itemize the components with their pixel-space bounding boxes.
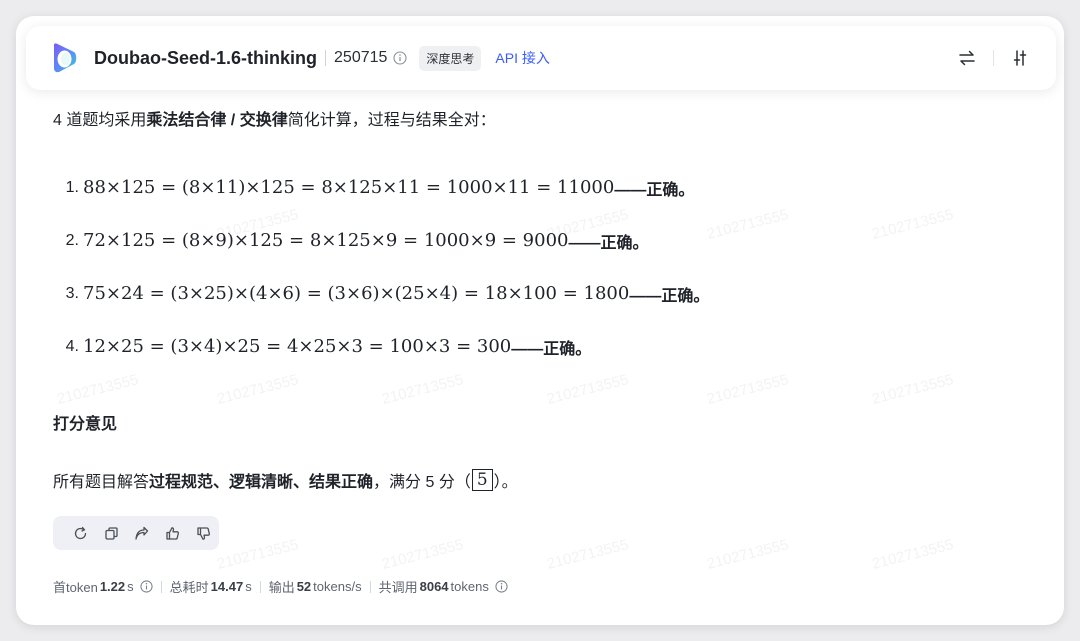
watermark: 2102713555 — [545, 371, 631, 408]
stat-unit: s — [127, 579, 134, 594]
stat-unit: tokens — [450, 579, 489, 594]
copy-icon — [105, 526, 118, 540]
stat-unit: tokens/s — [313, 579, 362, 594]
message-toolbar — [53, 516, 219, 550]
divider — [369, 580, 371, 593]
watermark: 2102713555 — [380, 536, 466, 573]
like-button[interactable] — [157, 516, 188, 550]
info-icon[interactable] — [495, 580, 508, 593]
regenerate-icon — [74, 526, 87, 539]
swap-icon — [959, 50, 975, 66]
api-access-link[interactable]: API 接入 — [495, 48, 549, 68]
stat-label: 首token — [53, 580, 98, 595]
divider — [259, 580, 261, 593]
generation-stats: 首token 1.22 s 总耗时 14.47 s 输出 52 tokens/s — [53, 577, 508, 596]
settings-button[interactable] — [1008, 46, 1032, 70]
stat-label: 总耗时 — [169, 580, 209, 595]
watermark: 2102713555 — [545, 536, 631, 573]
watermark: 2102713555 — [705, 371, 791, 408]
watermark: 2102713555 — [870, 206, 956, 243]
intro-suffix: 简化计算，过程与结果全对： — [287, 112, 496, 129]
stat-label: 共调用 — [378, 580, 418, 595]
summary-emphasis: 过程规范、逻辑清晰、结果正确 — [149, 474, 374, 491]
watermark: 2102713555 — [870, 371, 956, 408]
stat-value: 14.47 — [210, 579, 244, 594]
verdict: ——正确。 — [629, 287, 710, 305]
stat-value: 1.22 — [99, 579, 126, 594]
watermark: 2102713555 — [215, 536, 301, 573]
section-title: 打分意见 — [53, 416, 118, 433]
output-speed-stat: 输出 52 tokens/s — [269, 577, 362, 596]
watermark: 2102713555 — [380, 371, 466, 408]
stat-label: 输出 — [268, 580, 295, 595]
intro-emphasis: 乘法结合律 / 交换律 — [146, 112, 288, 129]
copy-button[interactable] — [96, 516, 127, 550]
list-item: 1. 88×125 = (8×11)×125 = 8×125×11 = 1000… — [53, 161, 709, 214]
divider — [325, 50, 327, 66]
summary-prefix: 所有题目解答 — [53, 474, 150, 491]
watermark: 2102713555 — [705, 206, 791, 243]
stat-unit: s — [245, 579, 252, 594]
model-header: Doubao-Seed-1.6-thinking 250715 深度思考 API… — [26, 26, 1056, 90]
verdict: ——正确。 — [568, 234, 649, 252]
list-item: 2. 72×125 = (8×9)×125 = 8×125×9 = 1000×9… — [53, 214, 709, 267]
share-icon — [135, 526, 149, 540]
summary-text: 所有题目解答 过程规范、逻辑清晰、结果正确 ，满分 5 分（ 5）。 — [53, 468, 518, 492]
watermark: 2102713555 — [870, 536, 956, 573]
summary-mid: ，满分 5 分（ — [373, 474, 471, 491]
list-item: 4. 12×25 = (3×4)×25 = 4×25×3 = 100×3 = 3… — [53, 320, 709, 373]
doubao-logo — [54, 43, 77, 73]
stat-value: 52 — [296, 579, 312, 594]
dislike-button[interactable] — [188, 516, 219, 550]
total-tokens-stat: 共调用 8064 tokens — [379, 577, 508, 596]
thumbs-up-icon — [166, 526, 180, 540]
share-button[interactable] — [127, 516, 158, 550]
item-number: 4. — [65, 337, 79, 355]
summary-suffix: ）。 — [493, 474, 518, 491]
verdict: ——正确。 — [614, 181, 695, 199]
header-actions — [955, 46, 1032, 70]
model-name: Doubao-Seed-1.6-thinking — [94, 47, 318, 68]
equation: 12×25 = (3×4)×25 = 4×25×3 = 100×3 = 300 — [83, 336, 512, 357]
item-number: 2. — [65, 231, 79, 249]
equation: 72×125 = (8×9)×125 = 8×125×9 = 1000×9 = … — [83, 230, 569, 251]
info-icon[interactable] — [140, 580, 153, 593]
watermark: 2102713555 — [705, 536, 791, 573]
divider — [160, 580, 162, 593]
divider — [993, 50, 994, 66]
total-time-stat: 总耗时 14.47 s — [170, 577, 252, 596]
chat-card: 2102713555 2102713555 2102713555 2102713… — [16, 16, 1064, 625]
swap-button[interactable] — [955, 46, 979, 70]
deep-thinking-badge: 深度思考 — [419, 45, 482, 71]
intro-prefix: 4 道题均采用 — [53, 112, 147, 129]
settings-sliders-icon — [1013, 50, 1027, 66]
regenerate-button[interactable] — [65, 516, 96, 550]
verdict: ——正确。 — [511, 340, 592, 358]
watermark: 2102713555 — [55, 371, 141, 408]
info-icon[interactable] — [393, 51, 407, 65]
first-token-stat: 首token 1.22 s — [53, 577, 153, 596]
score-box: 5 — [471, 469, 493, 491]
intro-text: 4 道题均采用乘法结合律 / 交换律简化计算，过程与结果全对： — [53, 106, 496, 130]
watermark: 2102713555 — [215, 371, 301, 408]
item-number: 3. — [65, 284, 79, 302]
equation: 75×24 = (3×25)×(4×6) = (3×6)×(25×4) = 18… — [83, 283, 630, 304]
item-number: 1. — [65, 178, 79, 196]
equation-list: 1. 88×125 = (8×11)×125 = 8×125×11 = 1000… — [53, 161, 710, 373]
model-version: 250715 — [334, 49, 388, 66]
thumbs-down-icon — [197, 526, 211, 540]
list-item: 3. 75×24 = (3×25)×(4×6) = (3×6)×(25×4) =… — [53, 267, 710, 320]
stat-value: 8064 — [419, 579, 449, 594]
equation: 88×125 = (8×11)×125 = 8×125×11 = 1000×11… — [83, 177, 615, 198]
